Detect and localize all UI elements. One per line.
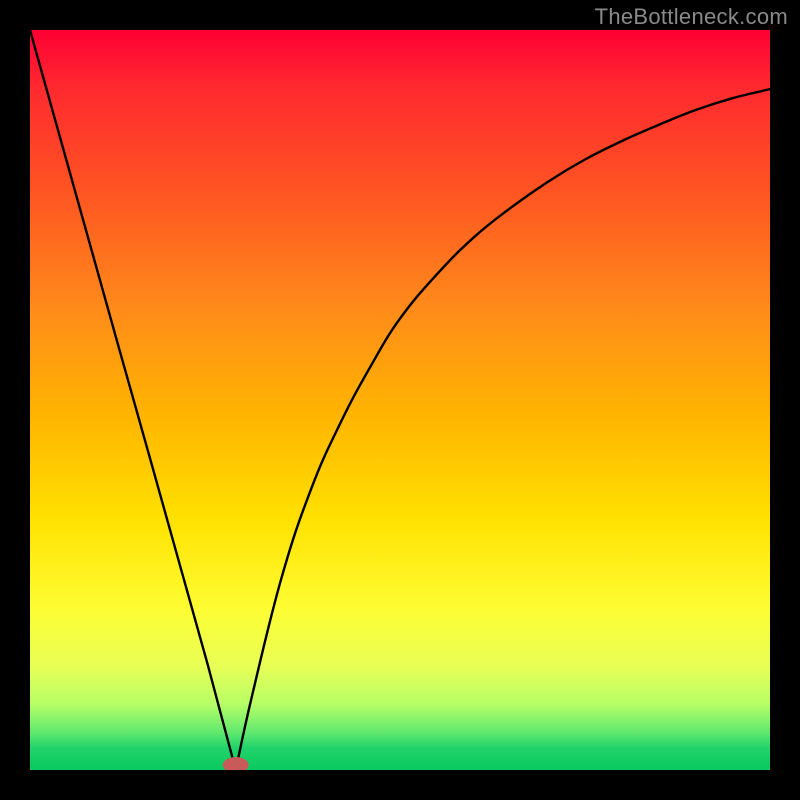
- bottleneck-curve: [30, 30, 770, 770]
- watermark-text: TheBottleneck.com: [595, 4, 788, 30]
- curve-layer: [30, 30, 770, 770]
- minimum-marker: [223, 757, 249, 770]
- plot-area: [30, 30, 770, 770]
- chart-frame: TheBottleneck.com: [0, 0, 800, 800]
